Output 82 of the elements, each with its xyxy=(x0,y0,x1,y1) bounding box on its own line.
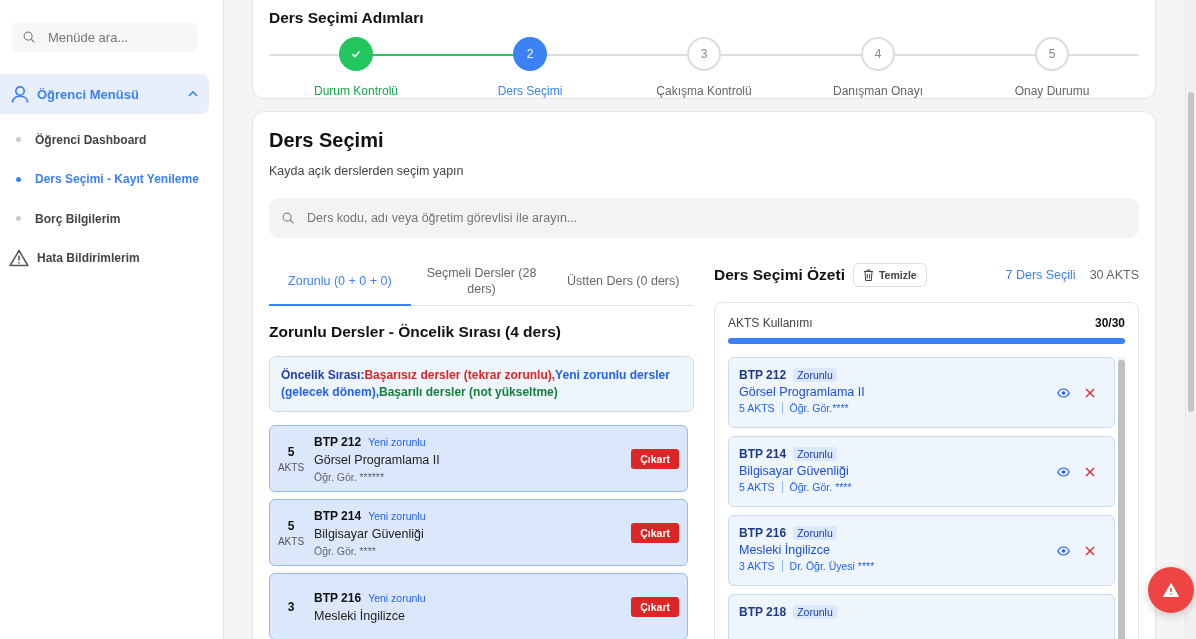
step-label: Durum Kontrolü xyxy=(313,84,398,98)
akts-value: 5 xyxy=(287,518,295,533)
course-code: BTP 218 xyxy=(739,605,787,619)
menu-item[interactable]: Hata Bildirimlerim xyxy=(0,238,223,278)
course-code: BTP 212 xyxy=(314,434,362,449)
course-tag: Zorunlu xyxy=(793,526,837,540)
eye-icon xyxy=(1057,387,1070,398)
priority-note: Öncelik Sırası:Başarısız dersler (tekrar zorunlu),Yeni zorunlu dersler (gelecek dönem),Başarılı dersler (not yükseltme) xyxy=(269,356,694,412)
step-label: Onay Durumu xyxy=(1014,84,1090,98)
search-icon xyxy=(22,30,36,44)
lecturer-name: Dr. Öğr. Üyesi **** xyxy=(789,560,875,572)
akts-value: 3 xyxy=(287,599,295,614)
step-label: Ders Seçimi xyxy=(497,84,563,98)
close-icon xyxy=(1085,545,1095,556)
step-label: Çakışma Kontrolü xyxy=(656,84,752,98)
course-name: Bilgisayar Güvenliği xyxy=(314,526,425,541)
total-akts: 30 AKTS xyxy=(1089,268,1139,282)
menu-group-header[interactable]: Öğrenci Menüsü xyxy=(0,74,209,114)
step-circle: 5 xyxy=(1035,37,1069,71)
course-code: BTP 212 xyxy=(739,368,787,382)
step-circle: 4 xyxy=(861,37,895,71)
menu-item[interactable]: Ders Seçimi - Kayıt Yenileme xyxy=(0,159,223,199)
step-circle: 3 xyxy=(687,37,721,71)
clear-button[interactable]: Temizle xyxy=(852,263,927,287)
selected-count: 7 Ders Seçili xyxy=(1005,268,1076,282)
course-tab[interactable]: Üstten Ders (0 ders) xyxy=(552,258,694,306)
remove-button[interactable]: Çıkart xyxy=(631,596,679,617)
course-name: Görsel Programlama II xyxy=(739,385,866,399)
steps-title: Ders Seçimi Adımları xyxy=(269,9,425,27)
course-tag: Yeni zorunlu xyxy=(368,591,426,604)
remove-button[interactable]: Çıkart xyxy=(631,448,679,469)
close-icon xyxy=(1085,387,1095,398)
course-search-field[interactable]: Ders kodu, adı veya öğretim görevlisi ile arayın... xyxy=(305,210,1127,226)
trash-icon xyxy=(862,269,874,281)
course-name: Görsel Programlama II xyxy=(314,452,441,467)
summary-title: Ders Seçimi Özeti xyxy=(714,266,845,284)
course-code: BTP 216 xyxy=(739,526,787,540)
course-tag: Yeni zorunlu xyxy=(368,435,426,448)
course-tab[interactable]: Zorunlu (0 + 0 + 0) xyxy=(269,258,411,306)
course-tag: Zorunlu xyxy=(793,368,837,382)
warning-icon xyxy=(9,249,29,268)
page-title: Ders Seçimi xyxy=(269,129,385,152)
menu-search-box[interactable]: Menüde ara... xyxy=(12,22,197,52)
usage-label: AKTS Kullanımı xyxy=(728,316,813,330)
course-tag: Zorunlu xyxy=(793,605,837,619)
akts-value: 5 AKTS xyxy=(739,481,775,493)
course-code: BTP 214 xyxy=(739,447,787,461)
course-name: Bilgisayar Güvenliği xyxy=(739,464,850,478)
lecturer-name: Öğr. Gör. ****** xyxy=(314,470,386,483)
course-name: Mesleki İngilizce xyxy=(314,608,406,623)
usage-reading: 30/30 xyxy=(1094,316,1125,330)
akts-value: 5 AKTS xyxy=(739,402,775,414)
akts-unit: AKTS xyxy=(277,535,305,547)
eye-icon xyxy=(1057,466,1070,477)
search-icon xyxy=(281,211,295,225)
user-icon xyxy=(10,84,30,104)
lecturer-name: Öğr. Gör. **** xyxy=(314,544,377,557)
course-tag: Yeni zorunlu xyxy=(368,509,426,522)
akts-value: 3 AKTS xyxy=(739,560,775,572)
page-scrollbar[interactable] xyxy=(1185,0,1196,639)
akts-value: 5 xyxy=(287,444,295,459)
course-name: Mesleki İngilizce xyxy=(739,543,831,557)
close-icon xyxy=(1085,466,1095,477)
lecturer-name: Öğr. Gör.**** xyxy=(789,402,849,414)
course-code: BTP 214 xyxy=(314,508,362,523)
step-circle: 2 xyxy=(513,37,547,71)
step-label: Danışman Onayı xyxy=(832,84,923,98)
menu-search-field[interactable]: Menüde ara... xyxy=(48,29,187,45)
warning-icon xyxy=(1163,583,1179,597)
page-subtitle: Kayda açık derslerden seçim yapın xyxy=(269,164,465,178)
akts-unit: AKTS xyxy=(277,461,305,473)
remove-button[interactable]: Çıkart xyxy=(631,522,679,543)
list-scrollbar[interactable] xyxy=(1118,357,1125,639)
course-search-box[interactable]: Ders kodu, adı veya öğretim görevlisi ile arayın... xyxy=(269,198,1139,238)
section-heading: Zorunlu Dersler - Öncelik Sırası (4 ders) xyxy=(269,323,562,341)
menu-item[interactable]: Borç Bilgilerim xyxy=(0,199,223,239)
menu-item[interactable]: Öğrenci Dashboard xyxy=(0,120,223,160)
lecturer-name: Öğr. Gör. **** xyxy=(789,481,852,493)
course-code: BTP 216 xyxy=(314,590,362,605)
course-tab[interactable]: Seçmeli Dersler (28 ders) xyxy=(410,258,553,306)
course-tag: Zorunlu xyxy=(793,447,837,461)
eye-icon xyxy=(1057,545,1070,556)
